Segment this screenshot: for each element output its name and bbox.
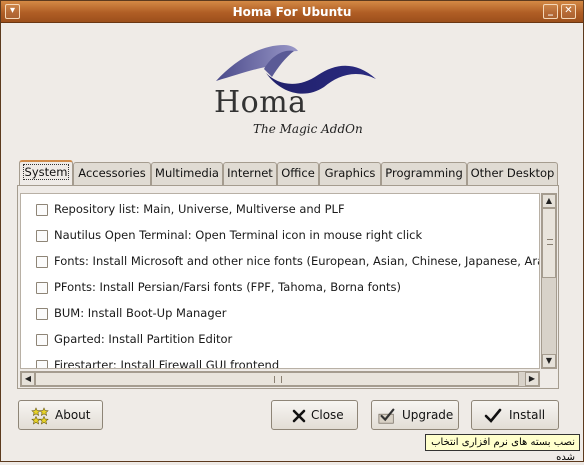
- install-button[interactable]: Install: [471, 400, 559, 430]
- tab-system[interactable]: System: [19, 160, 73, 185]
- tab-graphics[interactable]: Graphics: [319, 162, 381, 185]
- vertical-scrollbar[interactable]: ▲ ▼: [541, 193, 557, 369]
- horizontal-scroll-thumb[interactable]: [35, 372, 519, 386]
- title-bar[interactable]: ▾ Homa For Ubuntu _ ✕: [1, 1, 583, 23]
- close-label: Close: [311, 408, 344, 422]
- tab-accessories[interactable]: Accessories: [73, 162, 151, 185]
- upgrade-button[interactable]: Upgrade: [371, 400, 459, 430]
- install-label: Install: [509, 408, 546, 422]
- tab-multimedia[interactable]: Multimedia: [151, 162, 223, 185]
- package-list: Repository list: Main, Universe, Multive…: [20, 193, 540, 369]
- scroll-up-icon[interactable]: ▲: [542, 194, 556, 208]
- scroll-left-icon[interactable]: ◀: [21, 372, 35, 386]
- stars-icon: [31, 407, 49, 425]
- logo-wordmark: Homa: [214, 85, 307, 120]
- window-menu-icon[interactable]: ▾: [5, 4, 20, 19]
- about-label: About: [55, 408, 91, 422]
- package-checkbox[interactable]: [36, 282, 48, 294]
- package-checkbox[interactable]: [36, 308, 48, 320]
- package-checkbox[interactable]: [36, 256, 48, 268]
- install-check-icon: [484, 408, 502, 423]
- close-button[interactable]: Close: [271, 400, 358, 430]
- minimize-button[interactable]: _: [543, 4, 558, 19]
- upgrade-label: Upgrade: [402, 408, 454, 422]
- logo-tagline: The Magic AddOn: [253, 122, 363, 136]
- scroll-right-icon[interactable]: ▶: [525, 372, 539, 386]
- upgrade-check-icon: [378, 408, 395, 424]
- scroll-down-icon[interactable]: ▼: [542, 354, 556, 368]
- window-title: Homa For Ubuntu: [232, 5, 352, 19]
- tab-other-desktop[interactable]: Other Desktop: [467, 162, 558, 185]
- horizontal-scrollbar[interactable]: ◀ ▶: [20, 371, 540, 387]
- vertical-scroll-thumb[interactable]: [542, 208, 556, 278]
- package-checkbox[interactable]: [36, 334, 48, 346]
- close-window-button[interactable]: ✕: [561, 4, 576, 19]
- tab-office[interactable]: Office: [277, 162, 319, 185]
- package-checkbox[interactable]: [36, 204, 48, 216]
- package-checkbox[interactable]: [36, 360, 48, 368]
- app-window: ▾ Homa For Ubuntu _ ✕ Homa The Magic Add…: [0, 0, 584, 463]
- about-button[interactable]: About: [18, 400, 103, 430]
- close-x-icon: [292, 409, 306, 423]
- install-tooltip: نصب بسته های نرم افزاری انتخاب شده: [425, 434, 580, 463]
- package-checkbox[interactable]: [36, 230, 48, 242]
- tab-programming[interactable]: Programming: [381, 162, 467, 185]
- tab-internet[interactable]: Internet: [223, 162, 277, 185]
